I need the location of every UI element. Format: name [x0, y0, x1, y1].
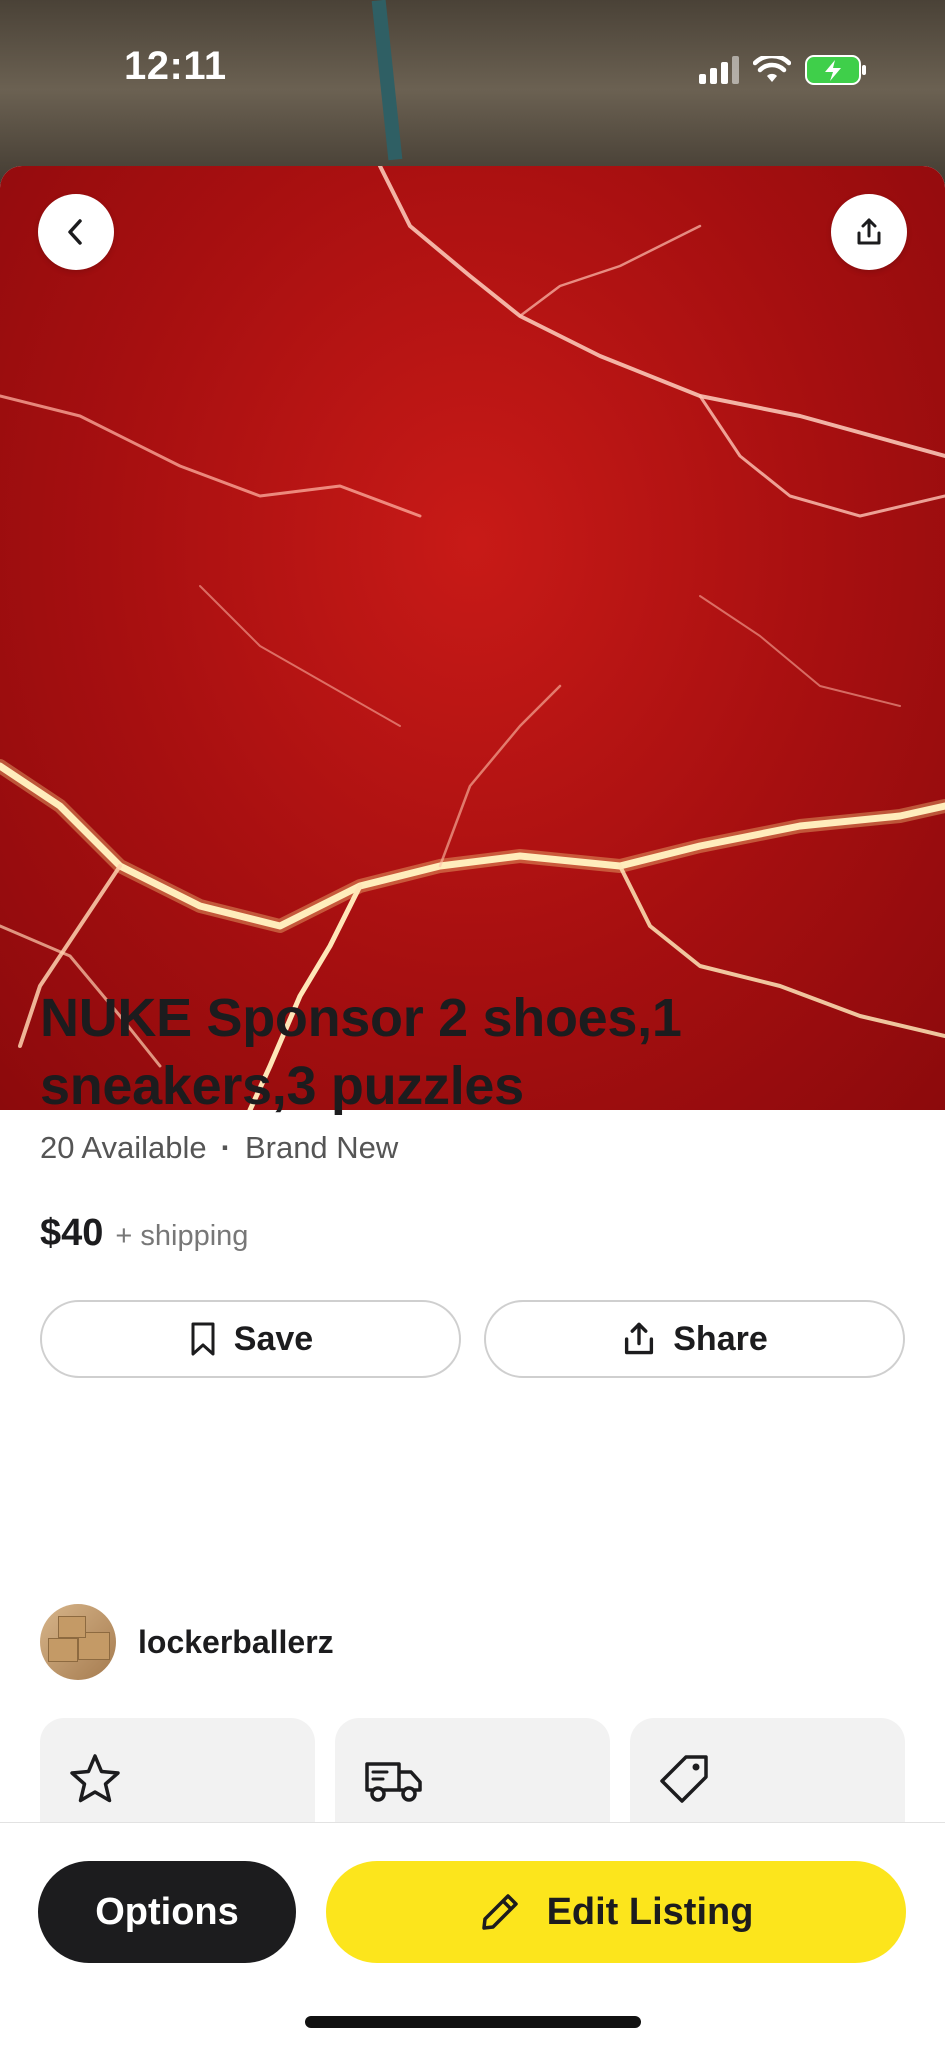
chevron-left-icon — [68, 219, 82, 245]
bookmark-icon — [191, 1322, 215, 1356]
status-bar: 12:11 — [0, 0, 945, 140]
star-icon — [70, 1754, 120, 1803]
bottom-action-bar: Options Edit Listing — [0, 1822, 945, 2049]
share-button[interactable]: Share — [484, 1300, 905, 1378]
options-label: Options — [95, 1890, 239, 1933]
back-button[interactable] — [38, 194, 114, 270]
avatar-box-1 — [48, 1638, 78, 1662]
availability-text: 20 Available — [40, 1130, 207, 1165]
shipping-note: + shipping — [115, 1220, 249, 1252]
listing-meta: 20 Available · Brand New — [40, 1130, 398, 1166]
battery-icon — [805, 55, 866, 85]
share-icon — [857, 218, 881, 245]
share-icon-button[interactable] — [831, 194, 907, 270]
edit-listing-label: Edit Listing — [546, 1890, 754, 1933]
listing-image — [0, 166, 945, 1110]
save-label: Save — [233, 1319, 314, 1358]
truck-icon — [365, 1762, 422, 1802]
price-row: $40 + shipping — [40, 1212, 248, 1255]
home-indicator[interactable] — [305, 2016, 641, 2028]
share-label: Share — [673, 1319, 768, 1358]
lightning-artwork — [0, 166, 945, 1110]
status-icons — [699, 52, 867, 88]
edit-listing-button[interactable]: Edit Listing — [326, 1861, 906, 1963]
status-time: 12:11 — [124, 44, 227, 88]
pencil-icon — [481, 1894, 518, 1930]
listing-title: NUKE Sponsor 2 shoes,1 sneakers,3 puzzle… — [40, 988, 682, 1116]
avatar-box-3 — [58, 1616, 86, 1638]
condition-text: Brand New — [244, 1130, 399, 1165]
shipping-card[interactable] — [335, 1718, 610, 1838]
seller-row[interactable]: lockerballerz — [40, 1604, 334, 1680]
wifi-icon — [753, 56, 791, 82]
info-cards — [40, 1718, 905, 1838]
seller-avatar[interactable] — [40, 1604, 116, 1680]
rating-card[interactable] — [40, 1718, 315, 1838]
save-button[interactable]: Save — [40, 1300, 461, 1378]
seller-username[interactable]: lockerballerz — [138, 1624, 334, 1661]
signal-icon — [699, 56, 739, 84]
price-tag-card[interactable] — [630, 1718, 905, 1838]
meta-separator: · — [220, 1130, 231, 1165]
options-button[interactable]: Options — [38, 1861, 296, 1963]
share-icon — [625, 1322, 654, 1355]
tag-icon — [660, 1755, 708, 1803]
price: $40 — [40, 1212, 104, 1254]
